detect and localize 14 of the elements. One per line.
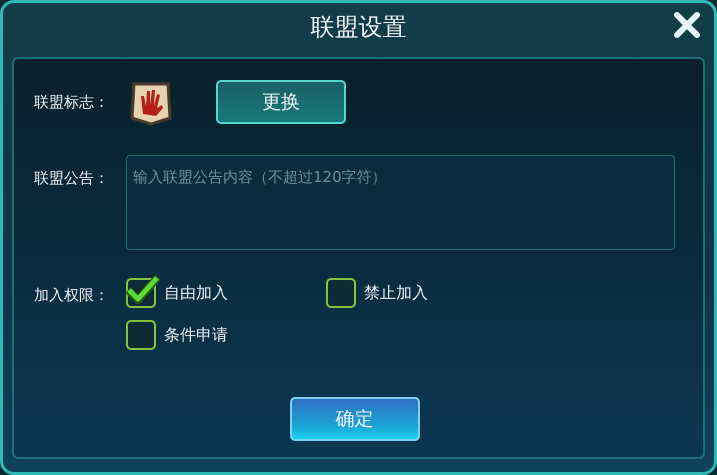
emblem-label: 联盟标志： xyxy=(34,92,110,112)
checkbox[interactable] xyxy=(326,278,356,308)
close-icon xyxy=(673,11,701,39)
change-button[interactable]: 更换 xyxy=(216,80,346,124)
close-button[interactable] xyxy=(671,9,703,41)
notice-input-field[interactable]: 输入联盟公告内容（不超过120字符） xyxy=(126,155,675,250)
notice-label: 联盟公告： xyxy=(34,168,110,189)
option-label: 禁止加入 xyxy=(364,282,428,304)
option-label: 条件申请 xyxy=(164,324,228,346)
permission-label: 加入权限： xyxy=(34,285,110,306)
confirm-button[interactable]: 确定 xyxy=(290,397,420,441)
checkbox[interactable] xyxy=(126,320,156,350)
option-label: 自由加入 xyxy=(164,282,228,304)
window-title: 联盟设置 xyxy=(310,12,406,43)
